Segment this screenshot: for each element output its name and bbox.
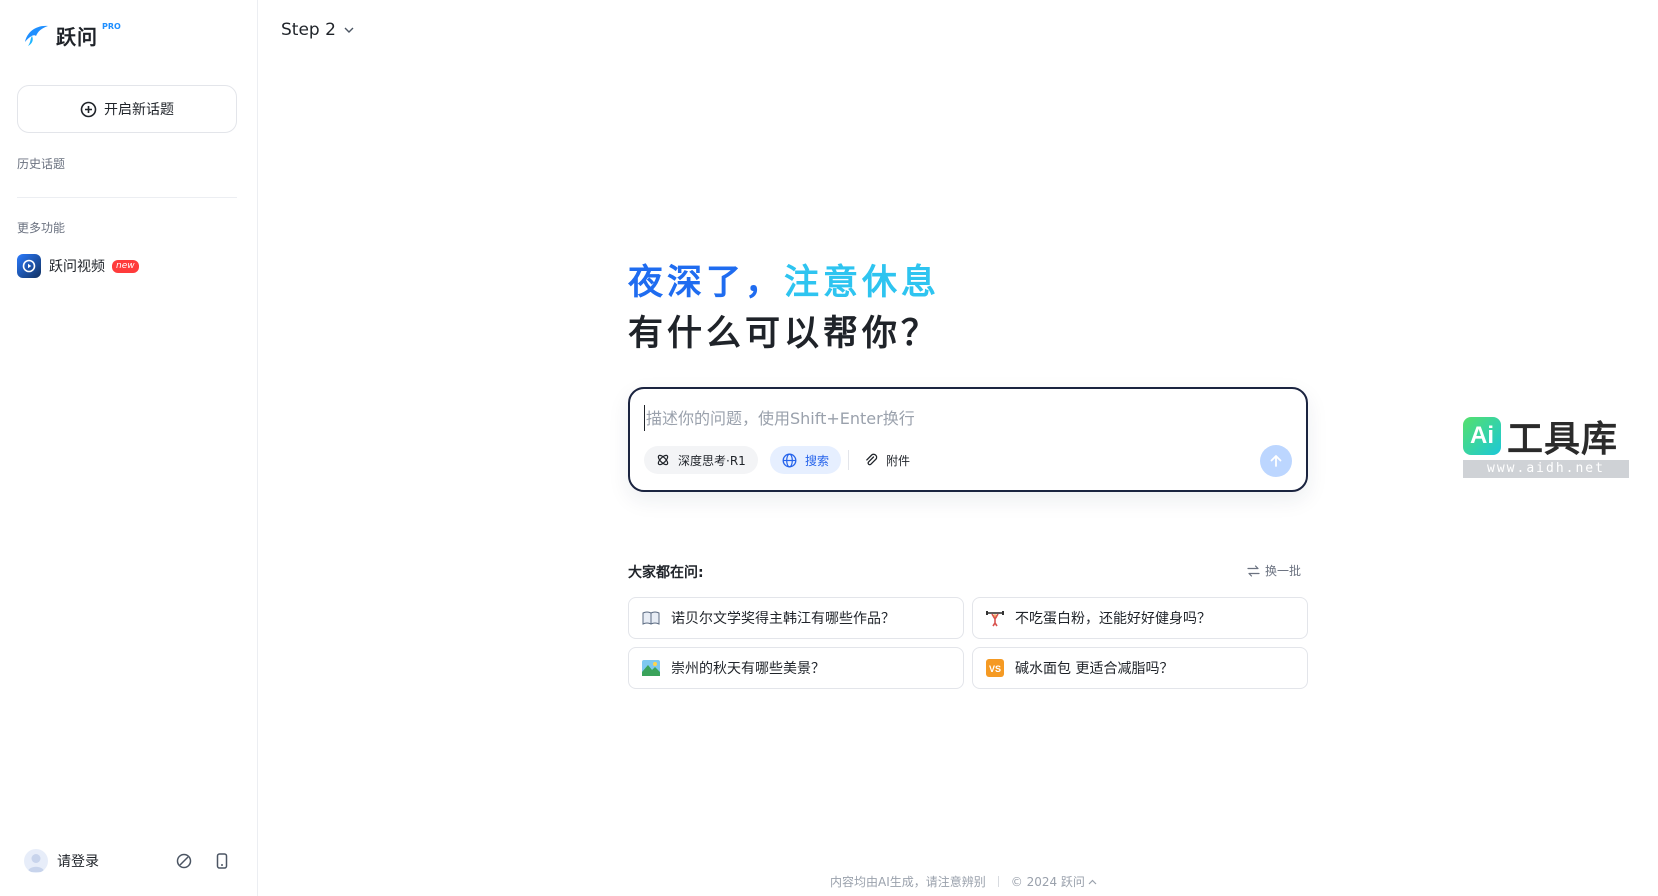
search-label: 搜索 (805, 453, 830, 468)
deep-think-toggle[interactable]: 深度思考·R1 (644, 446, 758, 474)
sidebar-divider (17, 197, 237, 198)
ai-disclaimer: 内容均由AI生成，请注意辨别 (830, 875, 986, 889)
watermark-ai-logo: Ai (1463, 417, 1501, 455)
chevron-down-icon (344, 27, 354, 33)
feedback-icon[interactable] (175, 852, 193, 870)
dolphin-logo-icon (25, 25, 48, 46)
attach-label: 附件 (886, 453, 911, 468)
add-circle-icon (80, 101, 97, 117)
send-button[interactable] (1260, 445, 1292, 477)
watermark-url: www.aidh.net (1463, 460, 1629, 478)
mobile-app-icon[interactable] (213, 852, 231, 870)
new-topic-button[interactable]: 开启新话题 (17, 85, 237, 133)
globe-icon (782, 453, 797, 467)
login-button[interactable]: 请登录 (24, 849, 99, 873)
refresh-label: 换一批 (1265, 564, 1302, 578)
swap-icon (1247, 564, 1260, 577)
toolbar-divider (848, 450, 849, 470)
question-input[interactable] (644, 405, 1244, 431)
footer-brand-menu[interactable]: © 2024 跃问 (1011, 873, 1097, 890)
atom-icon (657, 454, 669, 466)
more-section-label: 更多功能 (17, 221, 66, 235)
history-section-label: 历史话题 (17, 157, 66, 171)
app-root: 跃问 PRO 开启新话题 历史话题 更多功能 跃问视频 new 请登录 Step… (0, 0, 1658, 896)
suggestion-text: 碱水面包 更适合减脂吗？ (1015, 661, 1174, 677)
suggestion-card[interactable]: 诺贝尔文学奖得主韩江有哪些作品？ (628, 597, 964, 639)
suggestion-card[interactable]: 崇州的秋天有哪些美景？ (628, 647, 964, 689)
suggestion-text: 不吃蛋白粉，还能好好健身吗？ (1015, 611, 1211, 627)
greeting-heading: 夜深了，注意休息 (628, 254, 940, 305)
paperclip-icon (866, 453, 878, 466)
logo-pro-badge: PRO (102, 22, 121, 31)
sidebar: 跃问 PRO 开启新话题 历史话题 更多功能 跃问视频 new 请登录 (0, 0, 258, 896)
composer: 深度思考·R1 搜索 附件 (628, 387, 1308, 492)
suggestion-text: 崇州的秋天有哪些美景？ (671, 661, 825, 677)
book-icon (641, 608, 661, 628)
video-app-icon (17, 254, 41, 278)
landscape-icon (641, 658, 661, 678)
suggestion-card[interactable]: VS 碱水面包 更适合减脂吗？ (972, 647, 1308, 689)
greeting-part1: 夜深了， (628, 263, 785, 303)
video-label: 跃问视频 (49, 259, 105, 275)
new-badge: new (112, 259, 139, 273)
search-toggle[interactable]: 搜索 (770, 446, 842, 474)
model-selector[interactable]: Step 2 (281, 20, 354, 40)
copyright-text: © 2024 跃问 (1010, 875, 1085, 889)
watermark: Ai 工具库 www.aidh.net (1463, 414, 1629, 480)
footer-divider (997, 876, 999, 887)
suggestion-text: 诺贝尔文学奖得主韩江有哪些作品？ (671, 611, 895, 627)
app-logo[interactable]: 跃问 PRO (22, 20, 121, 50)
suggestion-card[interactable]: 不吃蛋白粉，还能好好健身吗？ (972, 597, 1308, 639)
footer: 内容均由AI生成，请注意辨别 © 2024 跃问 (830, 873, 1097, 890)
greeting-part2: 注意休息 (784, 263, 941, 303)
new-topic-label: 开启新话题 (104, 102, 174, 118)
avatar (24, 849, 48, 873)
vs-icon: VS (985, 658, 1005, 678)
deep-think-label: 深度思考·R1 (678, 453, 746, 468)
logo-text: 跃问 (56, 24, 98, 49)
attach-button[interactable]: 附件 (852, 446, 922, 474)
suggestions-title: 大家都在问: (628, 565, 704, 581)
refresh-suggestions-button[interactable]: 换一批 (1247, 562, 1301, 579)
model-name: Step 2 (281, 20, 336, 40)
weightlifter-icon (985, 608, 1005, 628)
svg-text:VS: VS (989, 664, 1001, 674)
login-label: 请登录 (57, 854, 99, 870)
watermark-name: 工具库 (1507, 419, 1619, 460)
arrow-up-icon (1270, 455, 1282, 467)
watermark-logo-row: Ai 工具库 (1463, 414, 1629, 460)
chevron-up-icon (1088, 879, 1097, 884)
help-question-heading: 有什么可以帮你？ (628, 314, 941, 354)
sidebar-item-video[interactable]: 跃问视频 new (17, 254, 139, 278)
